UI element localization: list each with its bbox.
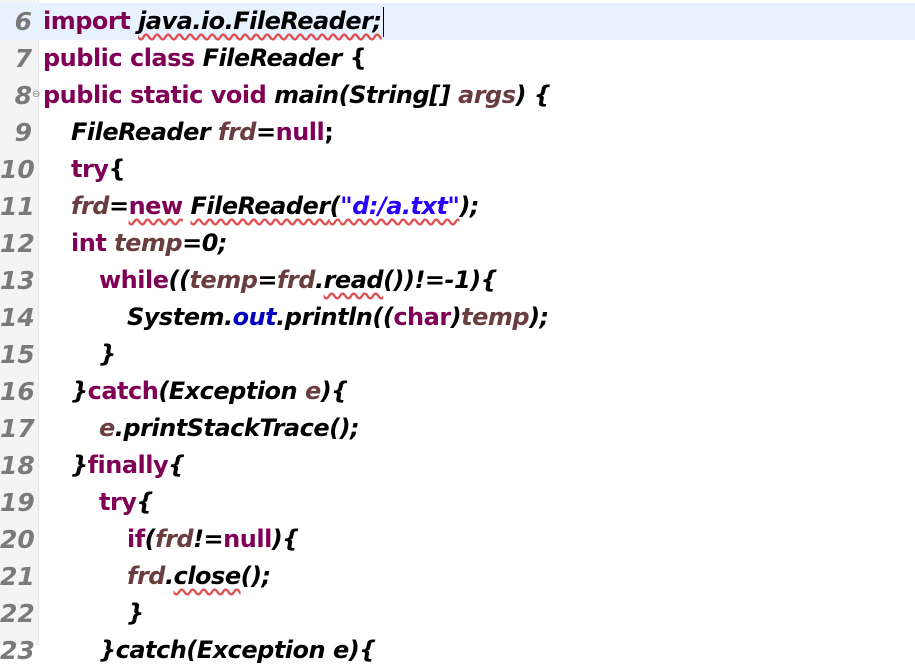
code-line-21[interactable]: 21 frd.close(); [0, 558, 915, 595]
code-text[interactable]: try{ [99, 484, 154, 521]
code-line-14[interactable]: 14 System.out.println((char)temp); [0, 299, 915, 336]
line-number: 11 [0, 192, 35, 221]
fold-toggle-icon[interactable]: ⊖ [32, 89, 40, 100]
code-line-22[interactable]: 22 } [0, 595, 915, 632]
code-text[interactable]: int temp=0; [71, 225, 227, 262]
code-text[interactable]: frd.close(); [127, 558, 271, 595]
code-line-10[interactable]: 10 try{ [0, 151, 915, 188]
line-number: 18 [0, 451, 35, 480]
line-number: 21 [0, 562, 35, 591]
code-text[interactable]: }catch(Exception e){ [71, 373, 348, 410]
code-line-16[interactable]: 16 }catch(Exception e){ [0, 373, 915, 410]
code-line-6[interactable]: 6 import java.io.FileReader; [0, 3, 915, 40]
code-line-20[interactable]: 20 if(frd!=null){ [0, 521, 915, 558]
line-number: 9 [14, 118, 32, 147]
code-text[interactable]: e.printStackTrace(); [99, 410, 360, 447]
code-editor[interactable]: 6 import java.io.FileReader; 7 public cl… [0, 0, 915, 665]
code-text[interactable]: import java.io.FileReader; [43, 3, 384, 40]
line-number: 15 [0, 340, 35, 369]
code-text[interactable]: public static void main(String[] args) { [43, 77, 551, 114]
code-text[interactable]: frd=new FileReader("d:/a.txt"); [71, 188, 480, 225]
code-line-15[interactable]: 15 } [0, 336, 915, 373]
code-line-8[interactable]: 8 ⊖ public static void main(String[] arg… [0, 77, 915, 114]
code-text[interactable]: FileReader frd=null; [71, 114, 334, 151]
line-number: 14 [0, 303, 35, 332]
line-number: 16 [0, 377, 35, 406]
keyword: import [43, 7, 131, 35]
code-line-18[interactable]: 18 }finally{ [0, 447, 915, 484]
code-text[interactable]: while((temp=frd.read())!=-1){ [99, 262, 498, 299]
code-text[interactable]: if(frd!=null){ [127, 521, 299, 558]
line-number: 13 [0, 266, 35, 295]
line-number: 17 [0, 414, 35, 443]
line-number: 8 [14, 81, 32, 110]
code-text[interactable]: }finally{ [71, 447, 185, 484]
code-line-7[interactable]: 7 public class FileReader { [0, 40, 915, 77]
import-path: java.io.FileReader; [138, 7, 382, 35]
text-cursor [382, 7, 384, 37]
code-line-19[interactable]: 19 try{ [0, 484, 915, 521]
code-text[interactable]: } [127, 595, 144, 632]
code-text[interactable]: try{ [71, 151, 126, 188]
code-text[interactable]: System.out.println((char)temp); [127, 299, 549, 336]
code-line-13[interactable]: 13 while((temp=frd.read())!=-1){ [0, 262, 915, 299]
code-line-23[interactable]: 23 }catch(Exception e){ [0, 632, 915, 669]
code-line-11[interactable]: 11 frd=new FileReader("d:/a.txt"); [0, 188, 915, 225]
code-text[interactable]: public class FileReader { [43, 40, 367, 77]
line-number: 12 [0, 229, 35, 258]
line-number: 7 [14, 44, 32, 73]
code-line-17[interactable]: 17 e.printStackTrace(); [0, 410, 915, 447]
code-text[interactable]: }catch(Exception e){ [99, 632, 376, 669]
line-number: 23 [0, 636, 35, 665]
line-number: 22 [0, 599, 35, 628]
code-line-12[interactable]: 12 int temp=0; [0, 225, 915, 262]
line-number: 6 [14, 7, 32, 36]
code-line-9[interactable]: 9 FileReader frd=null; [0, 114, 915, 151]
line-number: 19 [0, 488, 35, 517]
code-text[interactable]: } [99, 336, 116, 373]
line-number: 20 [0, 525, 35, 554]
line-number: 10 [0, 155, 35, 184]
